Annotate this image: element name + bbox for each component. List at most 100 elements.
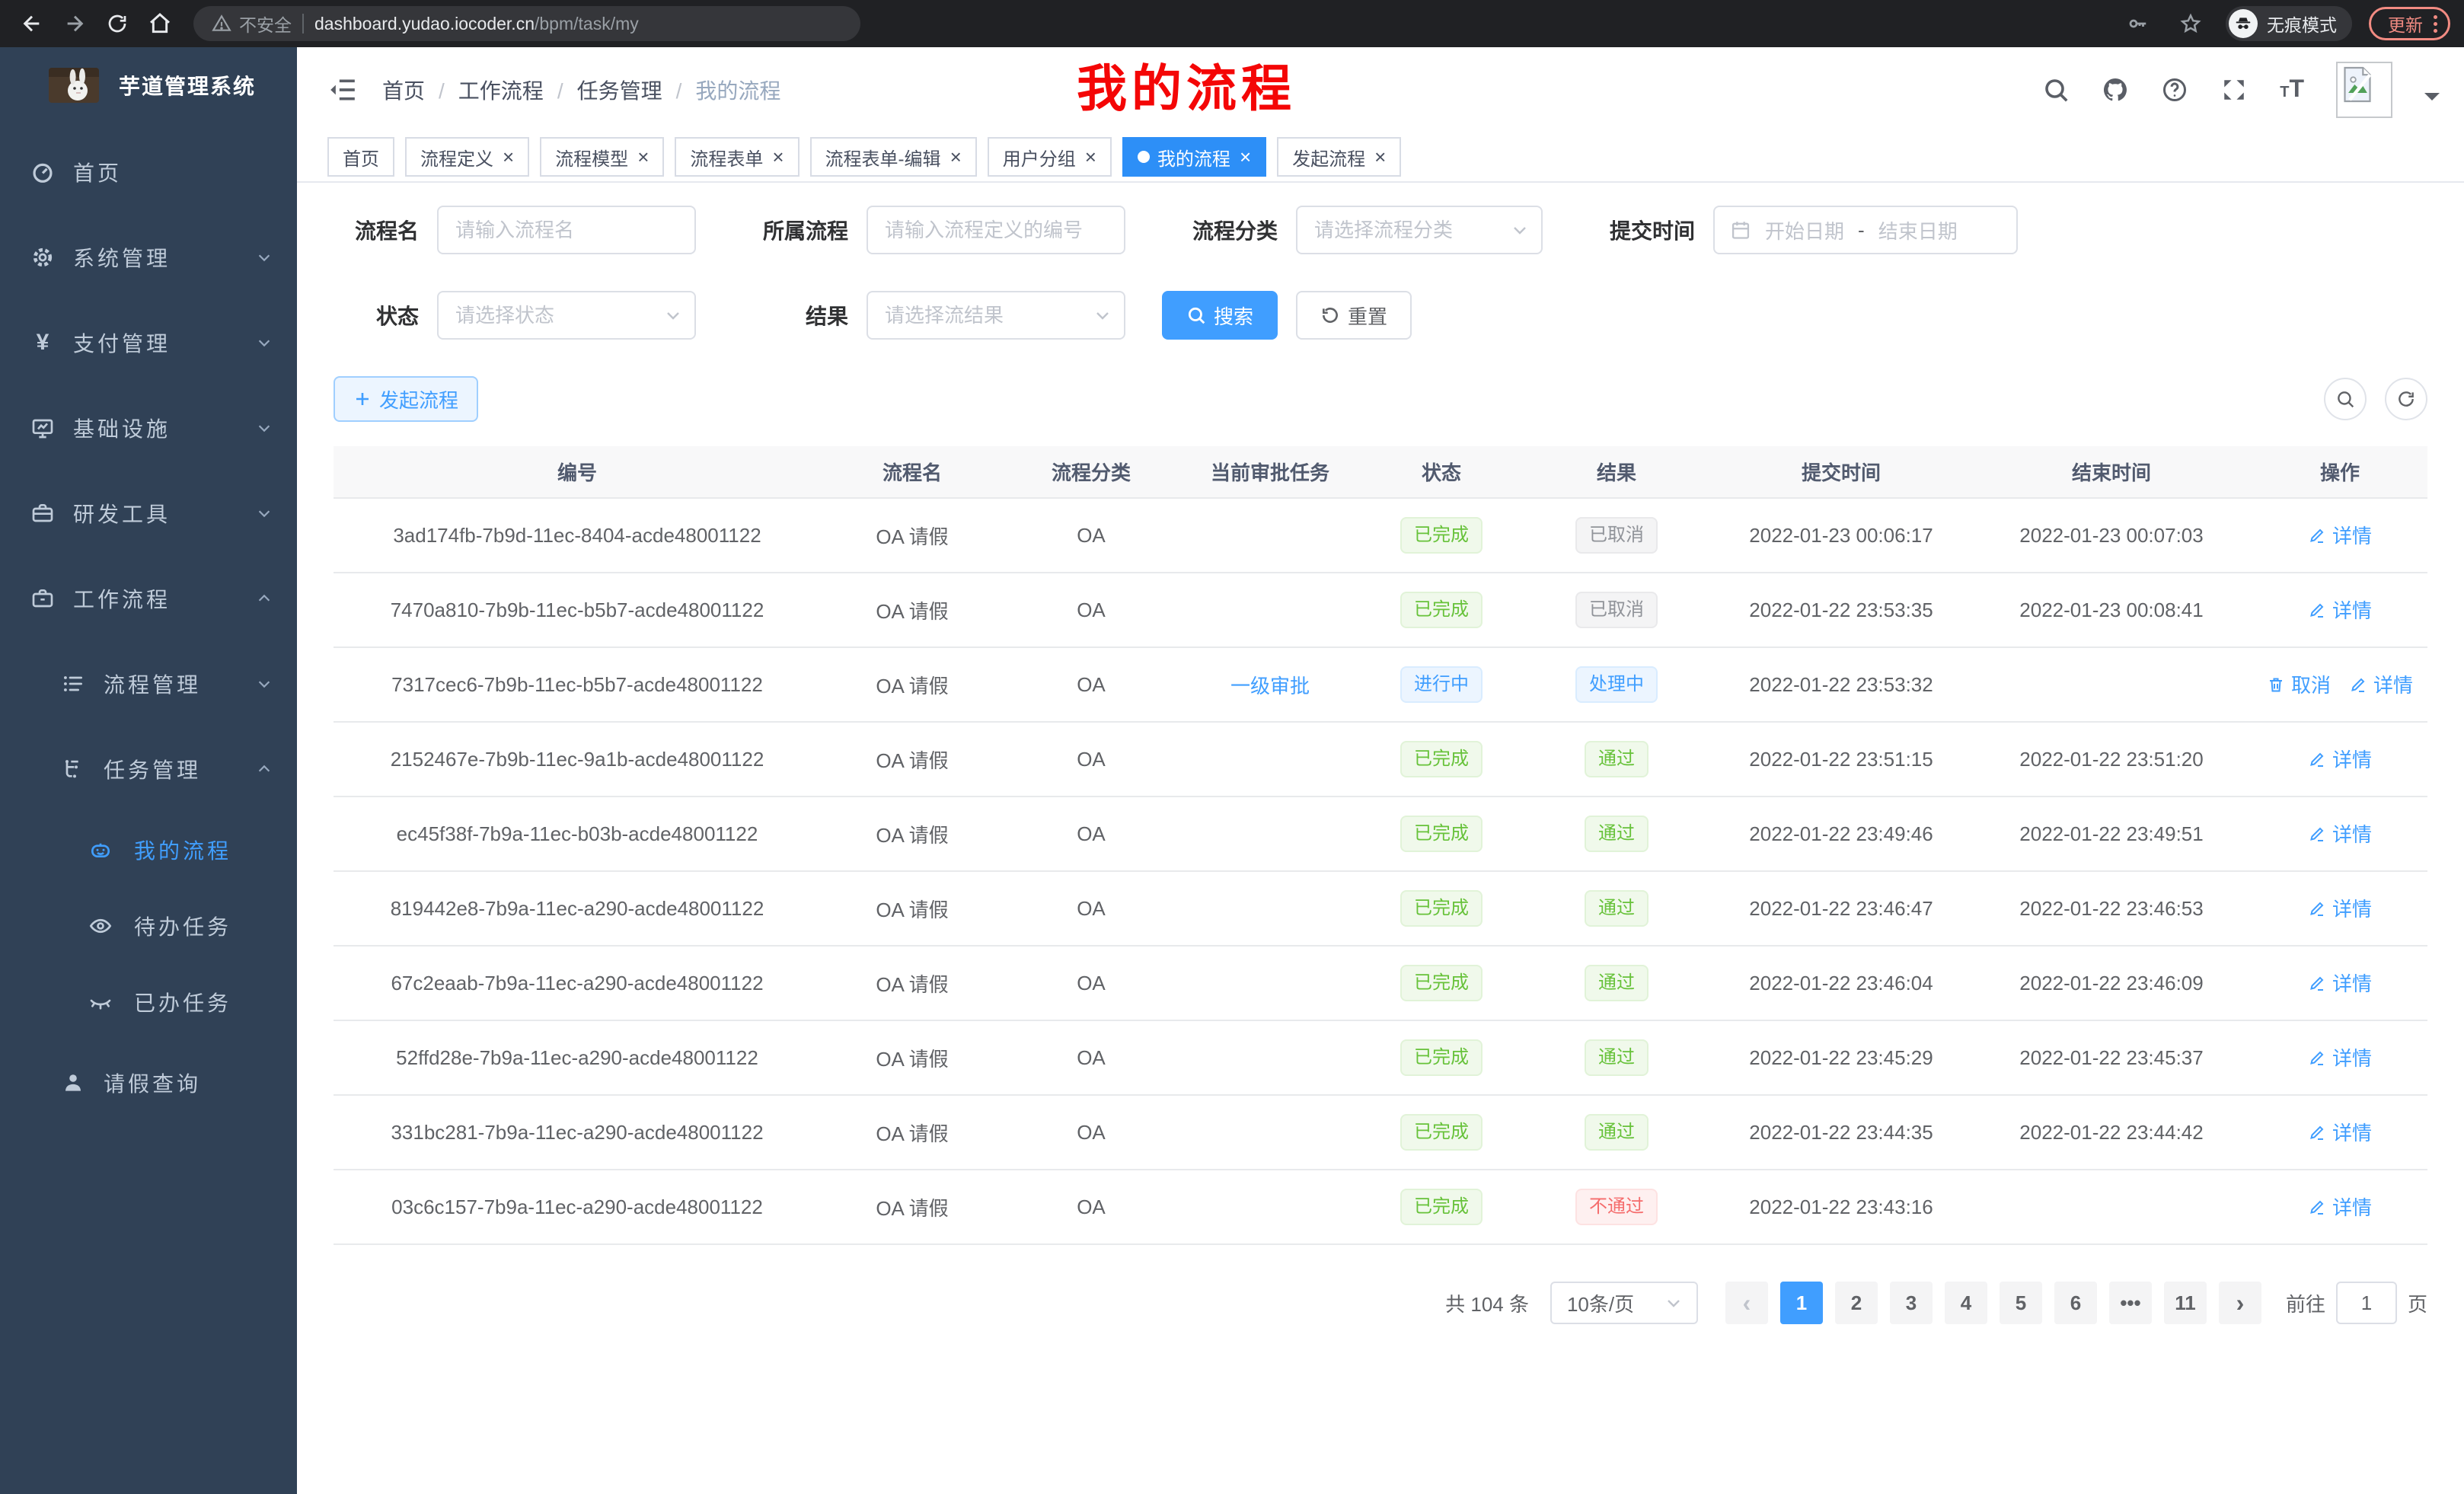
cell-current-task [1179,1170,1361,1244]
tab-close-icon[interactable] [1374,147,1386,167]
tab[interactable]: 流程模型 [540,137,664,177]
submit-time-range-picker[interactable]: 开始日期 - 结束日期 [1713,206,2018,254]
cell-process-name: OA 请假 [821,647,1004,722]
cell-submit-time: 2022-01-22 23:43:16 [1712,1170,1971,1244]
font-size-icon[interactable]: TT [2280,75,2304,106]
sidebar-collapse-icon[interactable] [327,75,358,105]
category-select[interactable] [1296,206,1543,254]
show-search-button[interactable] [2324,378,2367,420]
browser-home-icon[interactable] [142,5,178,42]
tab[interactable]: 流程表单 [675,137,799,177]
fullscreen-icon[interactable] [2220,76,2248,104]
result-select[interactable] [867,291,1125,340]
tab[interactable]: 我的流程 [1122,137,1266,177]
sidebar-item-done-tasks[interactable]: 已办任务 [0,964,297,1040]
status-select[interactable] [437,291,696,340]
detail-action[interactable]: 详情 [2308,819,2372,848]
search-icon[interactable] [2042,76,2070,104]
cell-category: OA [1004,498,1179,573]
browser-reload-icon[interactable] [99,5,136,42]
detail-action[interactable]: 详情 [2308,894,2372,922]
goto-page-input[interactable] [2336,1282,2397,1324]
tab[interactable]: 流程表单-编辑 [810,137,977,177]
page-button[interactable]: 1 [1780,1282,1823,1324]
page-button[interactable]: 2 [1835,1282,1878,1324]
sidebar: 芋道管理系统 首页 系统管理 ¥ 支付管理 [0,47,297,1494]
tab-close-icon[interactable] [950,147,962,167]
cell-id: 03c6c157-7b9a-11ec-a290-acde48001122 [334,1170,821,1244]
avatar[interactable] [2336,62,2392,118]
breadcrumb-workflow[interactable]: 工作流程 [425,75,544,105]
url-path: /bpm/task/my [535,14,639,34]
page-button[interactable]: 3 [1890,1282,1933,1324]
browser-menu-icon[interactable] [2434,15,2437,33]
sidebar-item-todo-tasks[interactable]: 待办任务 [0,888,297,964]
page-button[interactable]: 4 [1945,1282,1987,1324]
bookmark-star-icon[interactable] [2172,5,2209,42]
page-button[interactable]: 11 [2164,1282,2207,1324]
tab[interactable]: 流程定义 [405,137,529,177]
detail-action[interactable]: 详情 [2308,969,2372,997]
detail-action[interactable]: 详情 [2308,521,2372,549]
browser-forward-icon[interactable] [56,5,93,42]
sidebar-item-my-processes[interactable]: 我的流程 [0,812,297,888]
next-page-button[interactable] [2219,1282,2261,1324]
sidebar-item-leave-query[interactable]: 请假查询 [0,1040,297,1125]
start-process-button[interactable]: 发起流程 [334,376,478,422]
parent-process-input[interactable] [867,206,1125,254]
cell-actions: 取消 详情 [2252,796,2427,871]
refresh-table-button[interactable] [2385,378,2427,420]
avatar-caret-icon[interactable] [2424,93,2440,108]
tab[interactable]: 发起流程 [1277,137,1401,177]
tab-close-icon[interactable] [772,147,784,167]
sidebar-item-dev-tools[interactable]: 研发工具 [0,471,297,556]
detail-action[interactable]: 详情 [2349,670,2413,698]
password-key-icon[interactable] [2119,5,2156,42]
update-button[interactable]: 更新 [2369,7,2450,40]
tab-close-icon[interactable] [637,147,649,167]
detail-action[interactable]: 详情 [2308,745,2372,773]
tab[interactable]: 用户分组 [988,137,1112,177]
page-size-select[interactable]: 10条/页 [1550,1282,1698,1324]
result-badge: 不通过 [1575,1189,1658,1225]
tab-close-icon[interactable] [1085,147,1096,167]
sidebar-item-payment[interactable]: ¥ 支付管理 [0,300,297,385]
cell-result: 通过 [1521,871,1712,946]
tab[interactable]: 首页 [327,137,394,177]
page-button[interactable]: ••• [2109,1282,2152,1324]
sidebar-item-process-management[interactable]: 流程管理 [0,641,297,726]
status-badge: 已完成 [1400,1039,1483,1076]
page-button[interactable]: 5 [2000,1282,2042,1324]
table-row: 331bc281-7b9a-11ec-a290-acde48001122 OA … [334,1095,2427,1170]
sidebar-item-infrastructure[interactable]: 基础设施 [0,385,297,471]
app-logo-row[interactable]: 芋道管理系统 [0,47,297,123]
sidebar-item-task-management[interactable]: 任务管理 [0,726,297,812]
page-button[interactable]: 6 [2054,1282,2097,1324]
eye-off-icon [88,990,113,1014]
detail-action[interactable]: 详情 [2308,1118,2372,1146]
sidebar-item-workflow[interactable]: 工作流程 [0,556,297,641]
detail-action[interactable]: 详情 [2308,1043,2372,1071]
address-bar[interactable]: 不安全 dashboard.yudao.iocoder.cn/bpm/task/… [193,6,860,41]
browser-back-icon[interactable] [14,5,50,42]
process-name-input[interactable] [437,206,696,254]
detail-action[interactable]: 详情 [2308,1192,2372,1221]
search-button[interactable]: 搜索 [1162,291,1278,340]
prev-page-button[interactable] [1725,1282,1768,1324]
tab-close-icon[interactable] [1240,147,1251,167]
tab-label: 流程表单 [690,144,763,171]
current-task-link[interactable]: 一级审批 [1230,671,1310,699]
help-icon[interactable] [2161,76,2188,104]
sidebar-item-home[interactable]: 首页 [0,129,297,215]
cancel-action[interactable]: 取消 [2267,670,2331,698]
cell-status: 已完成 [1361,871,1521,946]
github-icon[interactable] [2102,76,2129,104]
tab-close-icon[interactable] [503,147,514,167]
breadcrumb-task-management[interactable]: 任务管理 [544,75,662,105]
sidebar-item-system[interactable]: 系统管理 [0,215,297,300]
tab-label: 流程定义 [420,144,493,171]
cell-process-name: OA 请假 [821,871,1004,946]
reset-button[interactable]: 重置 [1296,291,1412,340]
breadcrumb-home[interactable]: 首页 [382,75,425,105]
detail-action[interactable]: 详情 [2308,595,2372,624]
